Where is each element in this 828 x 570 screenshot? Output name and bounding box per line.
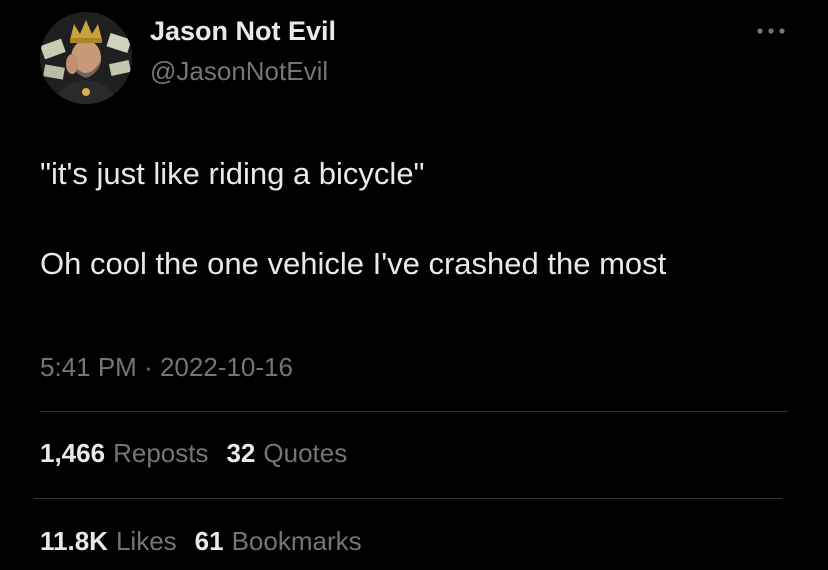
bookmarks-label: Bookmarks [231, 526, 362, 556]
likes-label: Likes [115, 526, 177, 556]
quotes-count: 32 [226, 438, 256, 468]
avatar-image [40, 12, 132, 104]
likes-count: 11.8K [40, 526, 108, 556]
more-options-button[interactable] [754, 16, 788, 46]
quotes-label: Quotes [263, 438, 348, 468]
reposts-count: 1,466 [40, 438, 106, 468]
reposts-stat[interactable]: 1,466 Reposts [40, 438, 208, 469]
more-horizontal-icon [757, 28, 785, 34]
likes-stat[interactable]: 11.8K Likes [40, 526, 177, 557]
quotes-stat[interactable]: 32 Quotes [226, 438, 347, 469]
engagement-row-1: 1,466 Reposts 32 Quotes [40, 438, 347, 469]
avatar[interactable] [40, 12, 132, 104]
reposts-label: Reposts [113, 438, 209, 468]
tweet-date-link[interactable]: 2022-10-16 [160, 352, 293, 382]
bookmarks-stat[interactable]: 61 Bookmarks [195, 526, 362, 557]
tweet-text-line: "it's just like riding a bicycle" [40, 156, 425, 191]
divider [34, 498, 782, 499]
bookmarks-count: 61 [194, 526, 224, 556]
author-display-name[interactable]: Jason Not Evil [150, 16, 336, 47]
tweet-timestamp: 5:41 PM · 2022-10-16 [40, 352, 293, 383]
author-handle[interactable]: @JasonNotEvil [150, 56, 328, 87]
tweet-text: "it's just like riding a bicycle" Oh coo… [40, 154, 800, 284]
tweet-text-line: Oh cool the one vehicle I've crashed the… [40, 246, 667, 281]
engagement-row-2: 11.8K Likes 61 Bookmarks [40, 526, 362, 557]
divider [40, 411, 788, 412]
meta-separator: · [144, 352, 160, 382]
tweet-time-link[interactable]: 5:41 PM [40, 352, 137, 382]
